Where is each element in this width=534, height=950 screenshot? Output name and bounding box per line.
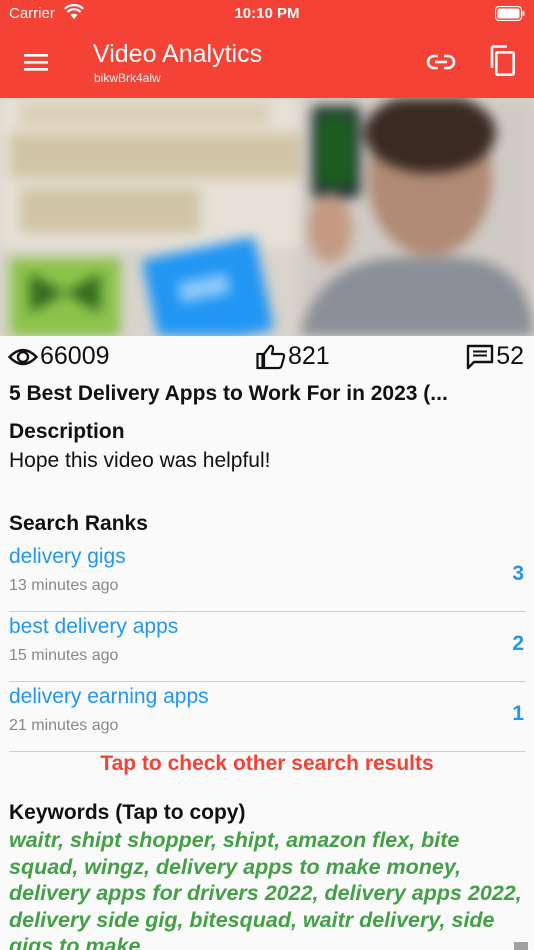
- battery-icon: [495, 6, 525, 21]
- keywords-heading: Keywords (Tap to copy): [9, 801, 246, 824]
- copy-icon[interactable]: [486, 44, 518, 78]
- rank-term[interactable]: delivery gigs: [9, 545, 126, 569]
- thumbnail-image: [0, 98, 534, 336]
- rank-row[interactable]: delivery gigs 13 minutes ago 3: [9, 542, 526, 612]
- rank-position: 1: [512, 702, 524, 725]
- page-title: Video Analytics: [93, 40, 263, 68]
- rank-position: 3: [512, 562, 524, 585]
- rank-time: 13 minutes ago: [9, 577, 119, 594]
- comment-icon: [466, 344, 494, 369]
- description-heading: Description: [9, 420, 125, 443]
- rank-position: 2: [512, 632, 524, 655]
- video-thumbnail[interactable]: [0, 98, 534, 336]
- eye-icon: [8, 348, 38, 365]
- comments-count: 52: [496, 342, 524, 370]
- rank-row[interactable]: delivery earning apps 21 minutes ago 1: [9, 682, 526, 752]
- rank-row[interactable]: best delivery apps 15 minutes ago 2: [9, 612, 526, 682]
- views-count: 66009: [40, 342, 110, 370]
- status-time: 10:10 PM: [234, 5, 300, 22]
- likes-stat: 821: [256, 342, 330, 371]
- rank-term[interactable]: delivery earning apps: [9, 685, 209, 709]
- other-results-link[interactable]: Tap to check other search results: [0, 752, 534, 776]
- video-title: 5 Best Delivery Apps to Work For in 2023…: [9, 382, 448, 405]
- rank-term[interactable]: best delivery apps: [9, 615, 178, 639]
- search-ranks-heading: Search Ranks: [9, 512, 148, 535]
- app-bar: Carrier 10:10 PM Video Analytics bikwBrk…: [0, 0, 534, 98]
- status-bar: Carrier 10:10 PM: [0, 0, 534, 28]
- views-stat: 66009: [8, 342, 110, 371]
- thumb-up-icon: [256, 344, 286, 369]
- stats-row: 66009 821 52: [0, 340, 534, 374]
- keywords-text[interactable]: waitr, shipt shopper, shipt, amazon flex…: [9, 827, 529, 950]
- description-text: Hope this video was helpful!: [9, 449, 271, 472]
- rank-time: 21 minutes ago: [9, 717, 119, 734]
- rank-time: 15 minutes ago: [9, 647, 119, 664]
- likes-count: 821: [288, 342, 330, 370]
- link-icon[interactable]: [425, 48, 457, 76]
- comments-stat: 52: [466, 342, 524, 371]
- menu-icon[interactable]: [22, 50, 50, 74]
- scroll-indicator: [514, 942, 528, 950]
- video-id: bikwBrk4alw: [94, 71, 161, 85]
